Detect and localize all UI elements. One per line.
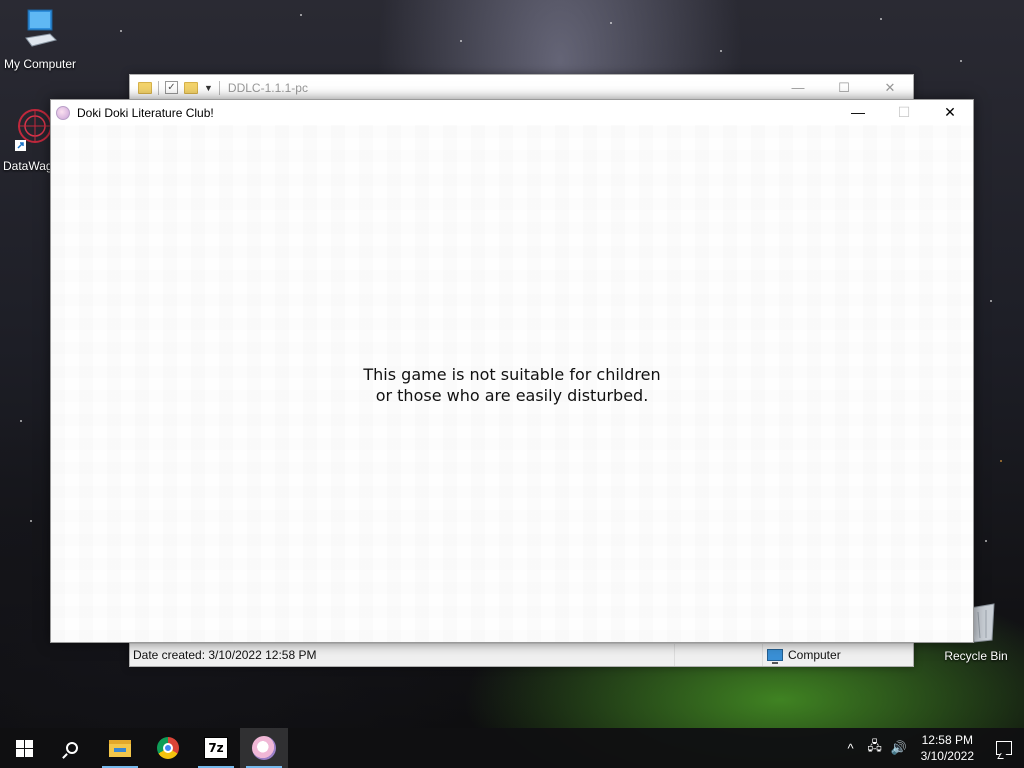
taskbar-ddlc[interactable]	[240, 728, 288, 768]
system-tray: ^ 🖧 🔊 12:58 PM 3/10/2022	[839, 728, 1024, 768]
content-warning: This game is not suitable for children o…	[51, 364, 973, 406]
close-button[interactable]: ✕	[867, 80, 913, 96]
ddlc-app-icon	[56, 105, 70, 120]
status-location: Computer	[763, 648, 841, 664]
new-folder-icon[interactable]	[184, 81, 198, 94]
7zip-icon: 7z	[204, 737, 228, 759]
chevron-up-icon[interactable]: ^	[839, 741, 863, 756]
game-canvas[interactable]: This game is not suitable for children o…	[51, 125, 973, 642]
game-title-bar[interactable]: Doki Doki Literature Club! — ☐ ✕	[51, 100, 973, 125]
taskbar-7zip[interactable]: 7z	[192, 728, 240, 768]
customize-toolbar-icon[interactable]: ▼	[204, 83, 213, 93]
action-center-button[interactable]	[984, 741, 1024, 755]
start-button[interactable]	[0, 728, 48, 768]
clock-time: 12:58 PM	[921, 733, 973, 747]
explorer-title-bar[interactable]: ✓ ▼ DDLC-1.1.1-pc — ☐ ✕	[130, 75, 913, 101]
warning-line-2: or those who are easily disturbed.	[375, 386, 649, 405]
taskbar: 7z ^ 🖧 🔊 12:58 PM 3/10/2022	[0, 728, 1024, 768]
search-icon	[66, 742, 78, 754]
quick-access-toolbar: ✓ ▼	[138, 80, 220, 95]
chrome-icon	[157, 737, 179, 759]
desktop-icon-my-computer[interactable]: My Computer	[0, 8, 80, 71]
properties-icon[interactable]: ✓	[165, 81, 178, 94]
clock-date: 3/10/2022	[920, 749, 974, 763]
computer-icon	[767, 649, 783, 664]
game-window-title: Doki Doki Literature Club!	[77, 105, 214, 120]
file-explorer-icon	[109, 739, 131, 757]
ddlc-icon	[252, 736, 276, 760]
desktop-icon-label: Recycle Bin	[944, 649, 1008, 663]
desktop-icon-label: DataWag	[3, 159, 53, 173]
taskbar-file-explorer[interactable]	[96, 728, 144, 768]
minimize-button[interactable]: —	[775, 80, 821, 96]
status-location-label: Computer	[788, 648, 841, 662]
close-button[interactable]: ✕	[927, 100, 973, 125]
explorer-window-title: DDLC-1.1.1-pc	[227, 80, 308, 95]
taskbar-chrome[interactable]	[144, 728, 192, 768]
status-date-created: Date created: 3/10/2022 12:58 PM	[130, 644, 675, 666]
network-icon[interactable]: 🖧	[863, 737, 887, 759]
desktop-icon-label: My Computer	[3, 57, 77, 71]
datawag-icon	[15, 109, 52, 151]
explorer-status-bar: Date created: 3/10/2022 12:58 PM Compute…	[130, 643, 913, 666]
windows-logo-icon	[15, 739, 33, 757]
maximize-button: ☐	[897, 104, 911, 120]
folder-icon[interactable]	[138, 81, 152, 94]
notification-icon	[996, 741, 1012, 755]
volume-icon[interactable]: 🔊	[887, 740, 911, 756]
warning-line-1: This game is not suitable for children	[363, 365, 661, 384]
game-window[interactable]: Doki Doki Literature Club! — ☐ ✕ This ga…	[50, 99, 974, 643]
toolbar-separator	[218, 80, 220, 95]
toolbar-separator	[158, 80, 159, 95]
clock[interactable]: 12:58 PM 3/10/2022	[911, 732, 984, 764]
desktop-icon-datawag[interactable]: DataWag	[0, 104, 54, 173]
search-button[interactable]	[48, 728, 96, 768]
maximize-button[interactable]: ☐	[821, 80, 867, 96]
monitor-icon	[25, 9, 57, 47]
minimize-button[interactable]: —	[835, 100, 881, 125]
status-empty-pane	[675, 644, 763, 666]
